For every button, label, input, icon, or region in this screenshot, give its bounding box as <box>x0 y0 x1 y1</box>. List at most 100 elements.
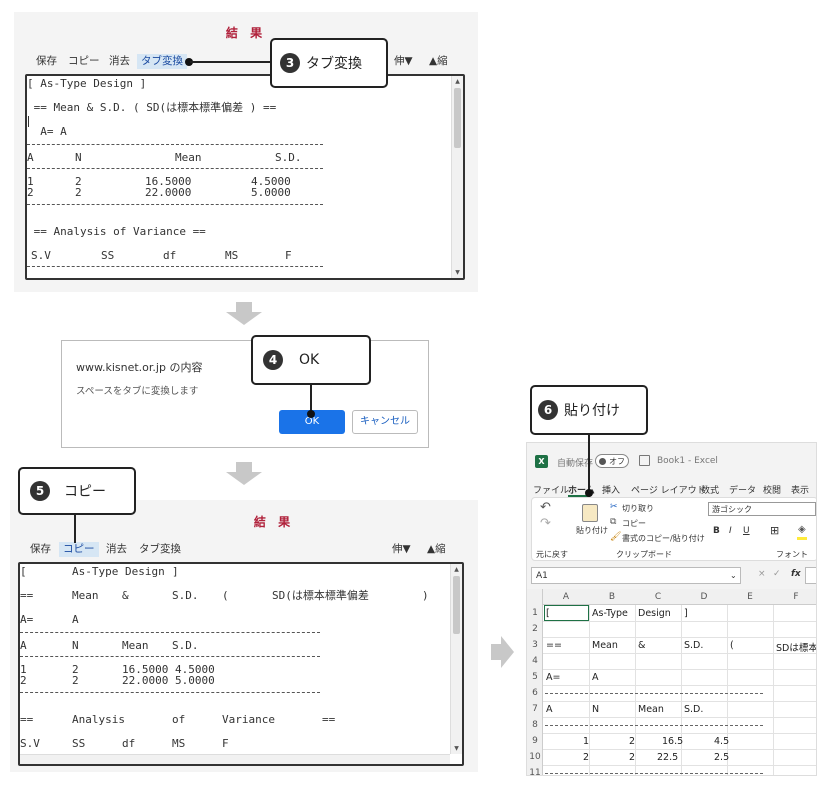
clear-button[interactable]: 消去 <box>102 542 131 557</box>
row-header[interactable]: 4 <box>527 656 543 666</box>
row-header[interactable]: 2 <box>527 624 543 634</box>
cell[interactable]: Mean <box>638 704 664 715</box>
clear-button[interactable]: 消去 <box>105 54 134 69</box>
fill-color-icon[interactable]: ◈ <box>798 524 806 535</box>
column-header[interactable]: B <box>589 592 635 602</box>
format-painter-button[interactable]: 書式のコピー/貼り付け <box>622 533 705 544</box>
row-header[interactable]: 10 <box>527 752 543 762</box>
fx-label[interactable]: fx <box>791 569 801 579</box>
row-value: 2 <box>27 186 34 199</box>
undo-icon[interactable]: ↶ <box>540 500 551 515</box>
vertical-scrollbar[interactable]: ▲ ▼ <box>450 564 462 754</box>
chevron-down-icon[interactable]: ⌄ <box>730 571 737 580</box>
copy-button[interactable]: コピー <box>622 518 646 529</box>
row-header[interactable]: 9 <box>527 736 543 746</box>
cell[interactable]: A <box>546 704 553 715</box>
cell[interactable]: == <box>546 640 562 651</box>
row-header[interactable]: 8 <box>527 720 543 730</box>
save-icon[interactable] <box>639 455 650 466</box>
copy-button[interactable]: コピー <box>59 542 99 557</box>
cell[interactable]: A= <box>546 672 560 683</box>
border-icon[interactable]: ⊞ <box>770 524 779 537</box>
enter-icon[interactable]: ✓ <box>773 569 781 579</box>
cut-button[interactable]: 切り取り <box>622 503 654 514</box>
row-header[interactable]: 3 <box>527 640 543 650</box>
expand-button[interactable]: 伸▼ <box>388 542 415 557</box>
cell[interactable]: Design <box>638 608 671 619</box>
cell[interactable]: 22.5 <box>657 752 678 763</box>
cell[interactable]: 2 <box>629 752 635 763</box>
save-button[interactable]: 保存 <box>26 542 55 557</box>
cancel-icon[interactable]: × <box>758 569 766 579</box>
expand-button[interactable]: 伸▼ <box>390 54 417 69</box>
redo-icon[interactable]: ↷ <box>540 516 551 531</box>
ribbon-tab-formulas[interactable]: 数式 <box>701 483 719 496</box>
italic-icon[interactable]: I <box>729 526 732 536</box>
tab-convert-button[interactable]: タブ変換 <box>135 542 185 557</box>
clipboard-icon[interactable] <box>582 504 598 522</box>
row-header[interactable]: 7 <box>527 704 543 714</box>
format-painter-icon[interactable]: 🖌 <box>610 532 621 542</box>
scroll-down-icon[interactable]: ▼ <box>451 745 462 752</box>
row-header[interactable]: 11 <box>527 768 543 775</box>
grid-line <box>727 605 728 775</box>
shrink-button[interactable]: ▲縮 <box>425 54 452 69</box>
cell[interactable]: 2.5 <box>714 752 729 763</box>
ribbon-tab-view[interactable]: 表示 <box>791 483 809 496</box>
scroll-thumb[interactable] <box>454 88 461 148</box>
autosave-toggle[interactable]: オフ <box>595 454 629 468</box>
tab-convert-button[interactable]: タブ変換 <box>137 54 187 69</box>
scroll-thumb[interactable] <box>453 576 460 634</box>
cell[interactable]: S.D. <box>684 640 703 651</box>
column-header[interactable]: A <box>543 592 589 602</box>
cell[interactable]: 1 <box>583 736 589 747</box>
row-header[interactable]: 6 <box>527 688 543 698</box>
cell[interactable]: Mean <box>592 640 618 651</box>
underline-icon[interactable]: U <box>743 526 750 536</box>
font-name-select[interactable]: 游ゴシック <box>708 502 816 516</box>
row-header[interactable]: 1 <box>527 608 543 618</box>
bold-icon[interactable]: B <box>713 526 720 536</box>
result-textarea[interactable]: [ As-Type Design ] == Mean & S.D. ( SD(は… <box>18 562 464 766</box>
save-button[interactable]: 保存 <box>32 54 61 69</box>
cell[interactable]: 2 <box>629 736 635 747</box>
horizontal-scrollbar[interactable] <box>20 754 450 764</box>
cell[interactable]: As-Type <box>592 608 628 619</box>
shrink-button[interactable]: ▲縮 <box>423 542 450 557</box>
scroll-up-icon[interactable]: ▲ <box>452 78 463 85</box>
ribbon-tab-layout[interactable]: ページ レイアウト <box>631 483 706 496</box>
cell[interactable]: S.D. <box>684 704 703 715</box>
cell[interactable]: [ <box>546 608 550 619</box>
cell[interactable]: & <box>638 640 645 651</box>
row-header[interactable]: 5 <box>527 672 543 682</box>
ribbon-tab-review[interactable]: 校閲 <box>763 483 781 496</box>
copy-button[interactable]: コピー <box>64 54 104 69</box>
scroll-down-icon[interactable]: ▼ <box>452 269 463 276</box>
copy-icon[interactable]: ⧉ <box>610 517 616 527</box>
cell[interactable]: 2 <box>583 752 589 763</box>
ribbon-tab-data[interactable]: データ <box>729 483 756 496</box>
cancel-button[interactable]: キャンセル <box>352 410 418 434</box>
column-header[interactable]: C <box>635 592 681 602</box>
vertical-scrollbar[interactable]: ▲ ▼ <box>451 76 463 278</box>
cell[interactable]: ( <box>730 640 734 651</box>
column-header[interactable]: F <box>773 592 816 602</box>
ribbon-tab-file[interactable]: ファイル <box>533 483 569 496</box>
sheet-grid[interactable]: A B C D E F 1 2 3 4 5 6 7 8 9 10 11 [As… <box>527 589 816 775</box>
paste-button[interactable]: 貼り付け <box>576 525 608 536</box>
cell[interactable]: 4.5 <box>714 736 729 747</box>
scroll-up-icon[interactable]: ▲ <box>451 566 462 573</box>
formula-input[interactable] <box>805 567 816 584</box>
result-textarea[interactable]: [ As-Type Design ] == Mean & S.D. ( SD(は… <box>25 74 465 280</box>
selected-cell[interactable] <box>544 605 589 621</box>
cell[interactable]: 16.5 <box>662 736 683 747</box>
name-box[interactable]: A1 ⌄ <box>531 567 741 584</box>
ribbon-tab-insert[interactable]: 挿入 <box>602 483 620 496</box>
column-header[interactable]: E <box>727 592 773 602</box>
cell[interactable]: SDは標本 <box>776 640 816 654</box>
cell[interactable]: N <box>592 704 599 715</box>
cut-icon[interactable]: ✂ <box>610 502 618 512</box>
cell[interactable]: A <box>592 672 599 683</box>
column-header[interactable]: D <box>681 592 727 602</box>
cell[interactable]: ] <box>684 608 688 619</box>
